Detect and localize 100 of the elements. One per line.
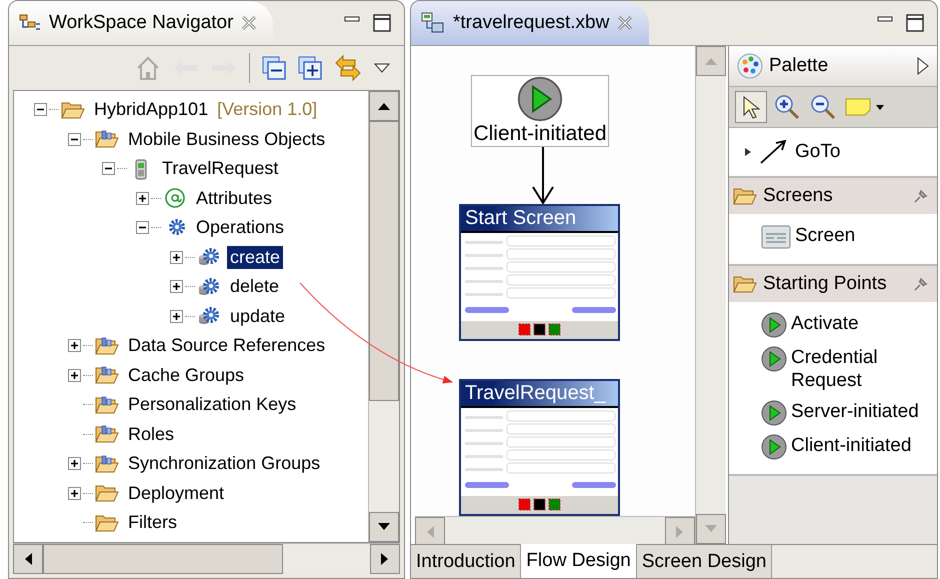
expand-toggle[interactable] <box>170 310 183 323</box>
collapse-toggle[interactable] <box>102 162 115 176</box>
start-node[interactable]: Client-initiated <box>471 75 609 147</box>
expand-toggle[interactable] <box>68 368 81 382</box>
tree-item[interactable]: Mobile Business Objects <box>125 128 328 151</box>
screen-node[interactable]: Start Screen <box>459 204 620 341</box>
folder-icon <box>95 483 119 504</box>
tree-item[interactable]: create <box>227 246 284 269</box>
screen-icon <box>761 224 791 250</box>
scroll-up-button[interactable] <box>369 91 399 121</box>
expand-toggle[interactable] <box>136 192 149 205</box>
scroll-right-button[interactable] <box>370 544 400 574</box>
left-arrow-icon <box>24 553 32 565</box>
editor-page-tab[interactable]: Flow Design <box>521 544 637 578</box>
folder-icon <box>61 100 85 120</box>
tree-item[interactable]: Data Source References <box>125 334 328 358</box>
pin-icon[interactable] <box>913 188 929 204</box>
folder-icon <box>95 365 119 386</box>
tree-item[interactable]: Synchronization Groups <box>125 452 324 476</box>
tree-item[interactable]: Operations <box>193 216 288 240</box>
editor-tab[interactable]: *travelrequest.xbw <box>411 1 650 45</box>
play-icon <box>517 76 563 122</box>
expand-arrow-icon <box>745 148 751 156</box>
expand-all-icon[interactable] <box>298 56 322 80</box>
folder-icon <box>733 186 757 206</box>
collapse-all-icon[interactable] <box>262 56 286 80</box>
expand-toggle[interactable] <box>68 339 81 352</box>
scrollbar-thumb[interactable] <box>43 544 283 574</box>
right-arrow-icon <box>676 526 684 538</box>
play-icon <box>761 312 787 338</box>
tree-item[interactable]: Attributes <box>193 186 276 210</box>
tree-item[interactable]: update <box>227 304 288 328</box>
folder-icon <box>95 512 119 533</box>
palette-item[interactable]: Server-initiated <box>729 396 937 430</box>
collapse-palette-icon[interactable] <box>917 57 929 75</box>
folder-icon <box>95 454 119 474</box>
scroll-down-button[interactable] <box>369 512 399 542</box>
node-label: Client-initiated <box>473 122 607 146</box>
down-arrow-icon <box>705 525 717 533</box>
palette-item[interactable]: Activate <box>729 308 937 342</box>
collapse-toggle[interactable] <box>34 103 47 116</box>
play-icon <box>761 346 787 372</box>
version-label: [Version 1.0] <box>217 99 318 120</box>
view-menu-icon[interactable] <box>374 63 390 73</box>
zoom-in-icon <box>774 94 800 120</box>
tree-view-icon <box>19 13 41 33</box>
folder-icon <box>95 394 119 415</box>
up-arrow-icon <box>378 102 390 110</box>
tree-item[interactable]: delete <box>227 275 282 298</box>
link-arrows-icon[interactable] <box>334 54 362 82</box>
tree-item[interactable]: Cache Groups <box>125 364 248 387</box>
folder-icon <box>733 274 757 294</box>
collapse-toggle[interactable] <box>68 132 81 146</box>
scroll-left-button[interactable] <box>13 544 43 574</box>
left-arrow-icon <box>426 526 434 538</box>
maximize-icon[interactable] <box>905 13 925 33</box>
folder-icon <box>95 424 119 444</box>
expand-toggle[interactable] <box>170 250 183 264</box>
editor-page-tab[interactable]: Screen Design <box>636 545 772 578</box>
palette-title: Palette <box>769 55 828 77</box>
screen-node-title: TravelRequest_ <box>461 381 618 408</box>
screen-node-title: Start Screen <box>461 206 618 233</box>
close-icon[interactable] <box>241 15 258 31</box>
right-arrow-icon <box>381 553 389 565</box>
expand-toggle[interactable] <box>170 280 183 294</box>
zoom-out-icon <box>810 94 836 120</box>
pin-icon[interactable] <box>913 276 929 292</box>
tree-item[interactable]: Personalization Keys <box>125 393 300 416</box>
collapse-toggle[interactable] <box>136 221 149 234</box>
folder-icon <box>95 336 119 356</box>
pointer-icon <box>741 95 761 119</box>
screen-node[interactable]: TravelRequest_ <box>459 379 620 516</box>
tree-item[interactable]: Roles <box>125 422 178 446</box>
palette-tool[interactable] <box>735 91 767 123</box>
at-sign-icon <box>163 187 187 210</box>
expand-toggle[interactable] <box>68 486 81 500</box>
palette-drawer-header[interactable]: Screens <box>729 178 937 214</box>
editor-page-tab[interactable]: Introduction <box>411 545 522 578</box>
play-icon <box>761 400 787 426</box>
tree-item[interactable]: HybridApp101 <box>91 98 212 122</box>
down-arrow-icon <box>378 523 390 531</box>
tree-item[interactable]: TravelRequest <box>159 157 282 180</box>
gear-database-icon <box>197 276 221 298</box>
flow-editor-icon <box>421 12 445 34</box>
note-icon <box>845 97 885 117</box>
play-icon <box>761 434 787 460</box>
palette-item[interactable]: Client-initiated <box>729 430 937 464</box>
palette-item[interactable]: Screen <box>729 220 937 254</box>
up-arrow-icon <box>705 57 717 65</box>
palette-drawer-header[interactable]: Starting Points <box>729 266 937 302</box>
expand-toggle[interactable] <box>68 457 81 470</box>
close-icon[interactable] <box>617 15 634 31</box>
folder-icon <box>95 129 119 150</box>
palette-item[interactable]: Credential Request <box>729 342 937 396</box>
palette-icon <box>737 53 763 79</box>
scrollbar-thumb[interactable] <box>369 121 399 401</box>
tree-item[interactable]: Filters <box>125 511 180 534</box>
connection-arrow-icon <box>759 139 787 165</box>
tree-item[interactable]: Deployment <box>125 482 228 505</box>
maximize-icon[interactable] <box>372 13 392 33</box>
